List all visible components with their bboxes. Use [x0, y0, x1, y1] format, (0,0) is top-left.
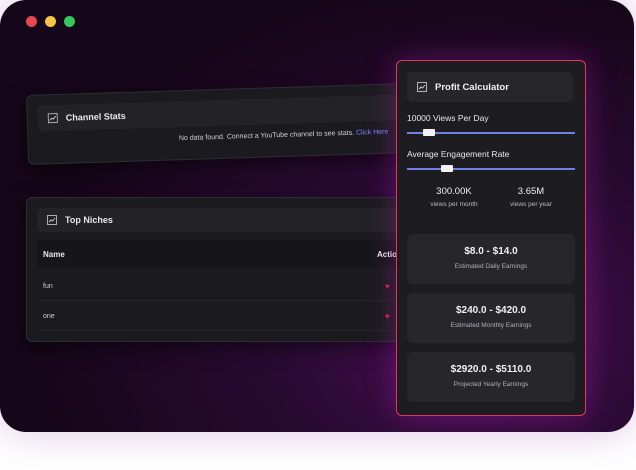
chart-icon — [417, 82, 427, 92]
engagement-slider-thumb[interactable] — [441, 165, 454, 172]
views-slider-thumb[interactable] — [422, 129, 435, 136]
niche-name: fun — [43, 282, 53, 290]
yearly-earnings-value: $2920.0 - $5110.0 — [450, 364, 532, 375]
monthly-views-value: 300.00K — [436, 186, 472, 197]
profit-calculator-header: Profit Calculator — [407, 72, 573, 102]
table-row: one ♥ — [37, 302, 407, 331]
top-niches-header: Top Niches — [37, 208, 407, 232]
views-per-day-label: 10000 Views Per Day — [407, 113, 489, 123]
column-name: Name — [43, 249, 65, 259]
top-niches-card: Top Niches Name Action fun ♥ one ♥ — [26, 197, 418, 342]
monthly-earnings-value: $240.0 - $420.0 — [455, 305, 527, 316]
connect-channel-link[interactable]: Click Here — [356, 129, 389, 137]
yearly-earnings-label: Projected Yearly Earnings — [453, 381, 529, 388]
table-row: fun ♥ — [37, 272, 407, 301]
channel-stats-message: No data found. Connect a YouTube channel… — [179, 129, 389, 143]
chart-icon — [47, 113, 58, 124]
daily-earnings-value: $8.0 - $14.0 — [464, 246, 518, 257]
yearly-earnings-card: $2920.0 - $5110.0 Projected Yearly Earni… — [407, 352, 575, 402]
profit-calculator-panel: Profit Calculator 10000 Views Per Day Av… — [396, 60, 586, 416]
chart-icon — [47, 215, 57, 225]
profit-calculator-title: Profit Calculator — [435, 81, 509, 93]
close-dot[interactable] — [26, 16, 37, 27]
monthly-earnings-label: Estimated Monthly Earnings — [450, 322, 532, 329]
window-controls — [26, 16, 75, 27]
channel-stats-card: Channel Stats No data found. Connect a Y… — [26, 82, 421, 165]
monthly-views-label: views per month — [430, 201, 478, 208]
heart-icon[interactable]: ♥ — [385, 282, 390, 291]
channel-stats-title: Channel Stats — [65, 110, 126, 123]
engagement-slider-track[interactable] — [407, 168, 575, 170]
yearly-views-label: views per year — [510, 201, 552, 208]
heart-icon[interactable]: ♥ — [385, 312, 390, 321]
app-window: Channel Stats No data found. Connect a Y… — [0, 0, 634, 432]
engagement-label: Average Engagement Rate — [407, 149, 510, 159]
daily-earnings-card: $8.0 - $14.0 Estimated Daily Earnings — [407, 234, 575, 284]
channel-stats-header: Channel Stats — [37, 94, 408, 132]
minimize-dot[interactable] — [45, 16, 56, 27]
niche-name: one — [43, 312, 55, 320]
maximize-dot[interactable] — [64, 16, 75, 27]
yearly-views-value: 3.65M — [517, 186, 545, 197]
table-header: Name Action — [37, 240, 407, 268]
monthly-earnings-card: $240.0 - $420.0 Estimated Monthly Earnin… — [407, 293, 575, 343]
top-niches-title: Top Niches — [65, 215, 113, 225]
no-data-text: No data found. Connect a YouTube channel… — [178, 129, 355, 143]
daily-earnings-label: Estimated Daily Earnings — [454, 263, 528, 270]
